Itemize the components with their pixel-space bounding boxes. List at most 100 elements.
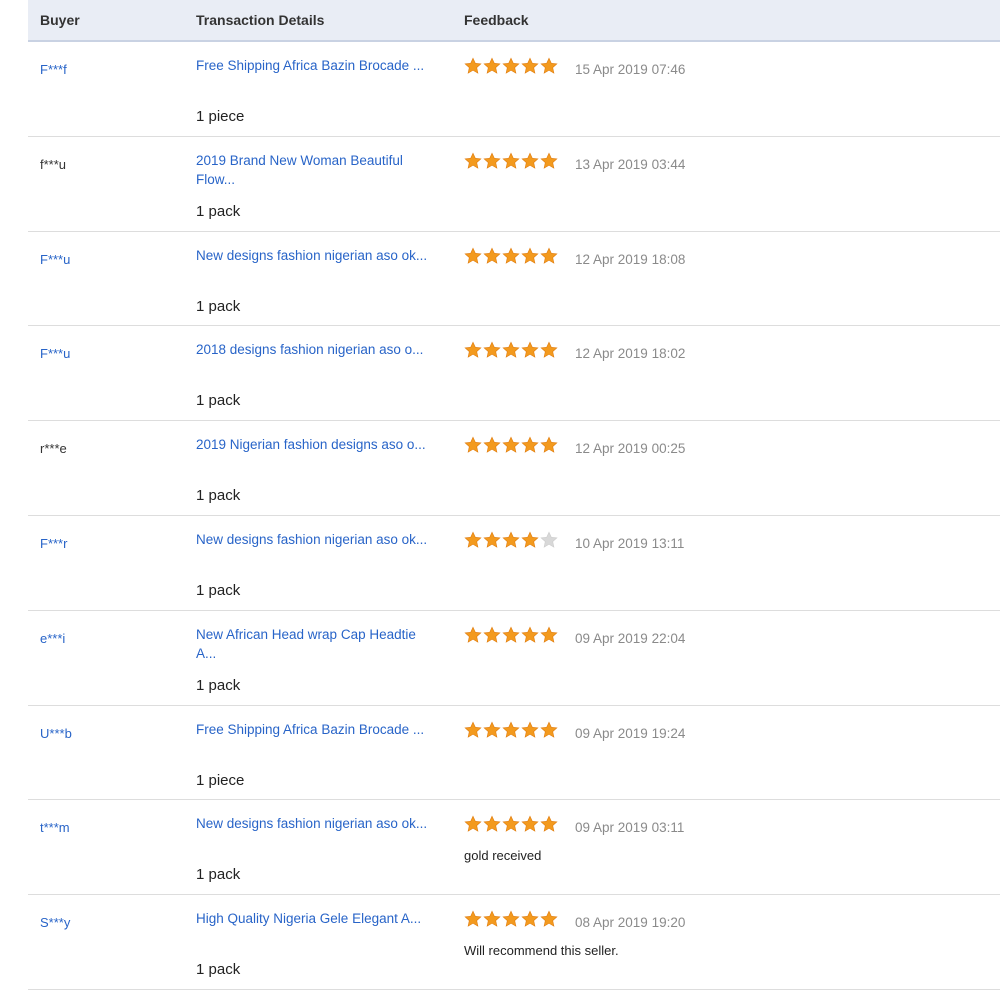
star-rating: [464, 57, 558, 77]
star-filled-icon: [502, 341, 520, 359]
feedback-row: F***u New designs fashion nigerian aso ok…: [28, 232, 1000, 327]
feedback-row: S***y High Quality Nigeria Gele Elegant A…: [28, 895, 1000, 990]
feedback-row: t***m New designs fashion nigerian aso ok…: [28, 800, 1000, 896]
feedback-row: e***i New African Head wrap Cap Headtie A…: [28, 611, 1000, 706]
buyer-name[interactable]: F***u: [40, 346, 70, 361]
buyer-name[interactable]: U***b: [40, 726, 72, 741]
star-filled-icon: [540, 247, 558, 264]
product-link[interactable]: 2018 designs fashion nigerian aso o...: [196, 340, 438, 359]
star-filled-icon: [521, 57, 539, 74]
product-link[interactable]: High Quality Nigeria Gele Elegant A...: [196, 909, 438, 928]
feedback-date: 09 Apr 2019 22:04: [575, 630, 686, 646]
star-rating: [464, 341, 558, 361]
star-filled-icon: [483, 57, 501, 74]
product-link[interactable]: 2019 Nigerian fashion designs aso o...: [196, 435, 438, 454]
quantity: 1 pack: [196, 961, 241, 979]
buyer-name[interactable]: e***i: [40, 631, 65, 646]
product-link[interactable]: Free Shipping Africa Bazin Brocade ...: [196, 720, 438, 739]
buyer-name[interactable]: F***u: [40, 252, 70, 267]
star-filled-icon: [521, 247, 539, 264]
column-header-feedback: Feedback: [464, 12, 529, 28]
product-link[interactable]: New African Head wrap Cap Headtie A...: [196, 625, 438, 663]
star-filled-icon: [464, 910, 482, 927]
star-rating: [464, 626, 558, 646]
star-filled-icon: [521, 626, 539, 643]
star-filled-icon: [540, 721, 558, 738]
star-filled-icon: [483, 436, 501, 453]
feedback-date: 12 Apr 2019 00:25: [575, 441, 686, 457]
star-filled-icon: [521, 815, 539, 833]
star-filled-icon: [502, 57, 520, 74]
star-filled-icon: [540, 626, 558, 643]
star-filled-icon: [483, 815, 501, 833]
star-rating: [464, 436, 558, 456]
star-filled-icon: [464, 626, 482, 643]
star-filled-icon: [502, 910, 520, 927]
quantity: 1 pack: [196, 866, 241, 884]
star-rating: [464, 721, 558, 741]
feedback-date: 12 Apr 2019 18:08: [575, 251, 686, 267]
star-rating: [464, 152, 558, 172]
feedback-date: 08 Apr 2019 19:20: [575, 915, 686, 931]
feedback-page: Buyer Transaction Details Feedback F***f…: [0, 0, 1000, 1000]
star-filled-icon: [540, 152, 558, 169]
star-filled-icon: [464, 436, 482, 453]
feedback-row: r***e 2019 Nigerian fashion designs aso o…: [28, 421, 1000, 516]
quantity: 1 pack: [196, 487, 241, 505]
table-header: Buyer Transaction Details Feedback: [28, 0, 1000, 42]
buyer-name[interactable]: t***m: [40, 820, 70, 835]
star-filled-icon: [464, 152, 482, 169]
star-filled-icon: [540, 57, 558, 74]
star-filled-icon: [502, 152, 520, 169]
star-filled-icon: [483, 910, 501, 927]
column-header-transaction-details: Transaction Details: [196, 12, 325, 28]
star-empty-icon: [540, 531, 558, 548]
star-filled-icon: [464, 57, 482, 74]
star-rating: [464, 531, 558, 551]
star-filled-icon: [521, 341, 539, 359]
star-filled-icon: [483, 531, 501, 548]
star-filled-icon: [540, 436, 558, 453]
star-filled-icon: [521, 721, 539, 738]
buyer-name[interactable]: F***r: [40, 536, 67, 551]
feedback-date: 09 Apr 2019 03:11: [575, 820, 685, 836]
feedback-date: 15 Apr 2019 07:46: [575, 62, 686, 77]
star-filled-icon: [502, 436, 520, 453]
feedback-comment: Will recommend this seller.: [464, 943, 619, 959]
star-filled-icon: [540, 815, 558, 833]
star-filled-icon: [483, 626, 501, 643]
star-filled-icon: [502, 531, 520, 548]
star-filled-icon: [521, 436, 539, 453]
star-filled-icon: [464, 721, 482, 738]
feedback-date: 12 Apr 2019 18:02: [575, 346, 686, 362]
product-link[interactable]: New designs fashion nigerian aso ok...: [196, 530, 438, 549]
feedback-row: f***u 2019 Brand New Woman Beautiful Flow…: [28, 137, 1000, 232]
star-filled-icon: [502, 815, 520, 833]
star-filled-icon: [464, 815, 482, 833]
product-link[interactable]: 2019 Brand New Woman Beautiful Flow...: [196, 151, 438, 189]
star-filled-icon: [464, 341, 482, 359]
star-rating: [464, 247, 558, 267]
quantity: 1 pack: [196, 676, 241, 694]
column-header-buyer: Buyer: [40, 12, 80, 28]
feedback-comment: gold received: [464, 848, 542, 864]
product-link[interactable]: New designs fashion nigerian aso ok...: [196, 246, 438, 265]
product-link[interactable]: New designs fashion nigerian aso ok...: [196, 814, 438, 833]
quantity: 1 pack: [196, 581, 241, 599]
star-filled-icon: [464, 247, 482, 264]
feedback-row: F***r New designs fashion nigerian aso ok…: [28, 516, 1000, 611]
star-filled-icon: [483, 721, 501, 738]
buyer-name[interactable]: S***y: [40, 915, 70, 930]
star-filled-icon: [540, 910, 558, 927]
star-filled-icon: [521, 531, 539, 548]
quantity: 1 pack: [196, 202, 241, 220]
quantity: 1 pack: [196, 297, 241, 315]
buyer-name[interactable]: F***f: [40, 62, 67, 77]
feedback-row: F***f Free Shipping Africa Bazin Brocade …: [28, 42, 1000, 137]
quantity: 1 piece: [196, 771, 245, 789]
quantity: 1 pack: [196, 392, 241, 410]
product-link[interactable]: Free Shipping Africa Bazin Brocade ...: [196, 56, 438, 75]
star-rating: [464, 815, 558, 835]
star-filled-icon: [502, 247, 520, 264]
star-filled-icon: [502, 626, 520, 643]
